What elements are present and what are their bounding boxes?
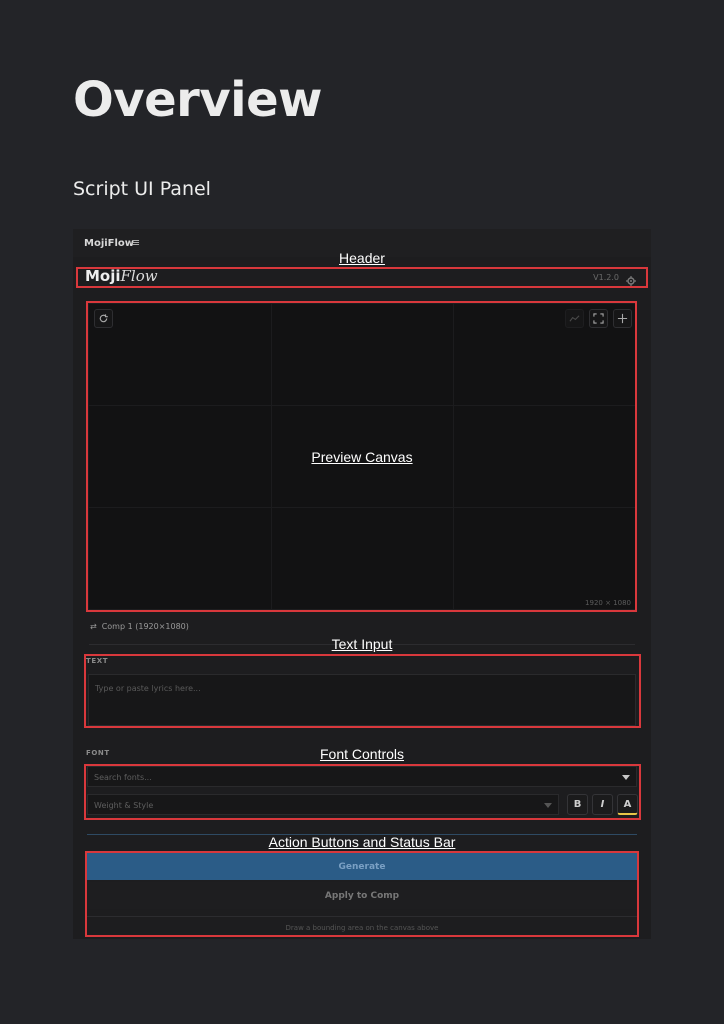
chevron-down-icon[interactable] [622,775,630,780]
canvas-callout-label: Preview Canvas [311,449,413,465]
bold-label: B [573,799,582,810]
apply-label: Apply to Comp [324,890,400,901]
text-color-button[interactable]: A [617,794,638,815]
font-search-placeholder: Search fonts... [94,773,152,782]
text-input-callout-label: Text Input [331,636,393,652]
text-section-label: TEXT [86,657,109,665]
font-controls-callout-label: Font Controls [319,746,405,762]
crosshair-icon[interactable] [613,309,632,328]
section-title: Script UI Panel [73,178,211,200]
page-title: Overview [73,72,322,128]
panel-tab-name[interactable]: MojiFlow [84,238,134,249]
weight-style-select[interactable]: Weight & Style [87,794,559,815]
italic-label: I [600,799,605,810]
grid-line [271,304,272,609]
font-search-input[interactable]: Search fonts... [87,766,637,787]
app-logo: MojiFlow [85,267,158,285]
actions-callout-label: Action Buttons and Status Bar [268,834,456,850]
color-label: A [623,798,632,810]
version-label: V1.2.0 [593,273,619,282]
apply-to-comp-button[interactable]: Apply to Comp [86,882,638,909]
swap-icon[interactable]: ⇄ [90,622,97,631]
chart-icon[interactable] [565,309,584,328]
lyrics-textarea[interactable]: Type or paste lyrics here... [88,674,636,726]
script-ui-panel: MojiFlow ≡ MojiFlow V1.2.0 1920 × 1080 ⇄… [73,229,651,939]
reset-icon[interactable] [94,309,113,328]
divider [86,916,638,917]
grid-line [453,304,454,609]
lyrics-placeholder: Type or paste lyrics here... [95,684,201,693]
logo-script: Flow [120,267,158,285]
bold-button[interactable]: B [567,794,588,815]
comp-label: Comp 1 (1920×1080) [101,622,189,631]
grid-line [89,405,635,406]
generate-button[interactable]: Generate [86,853,638,880]
menu-icon[interactable]: ≡ [131,236,140,249]
font-section-label: FONT [86,749,110,757]
logo-main: Moji [85,267,121,285]
status-text: Draw a bounding area on the canvas above [285,924,439,932]
gear-icon[interactable] [626,271,636,286]
italic-button[interactable]: I [592,794,613,815]
chevron-down-icon[interactable] [544,803,552,808]
weight-placeholder: Weight & Style [94,801,154,810]
generate-label: Generate [338,861,386,872]
fullscreen-icon[interactable] [589,309,608,328]
comp-selector[interactable]: ⇄ Comp 1 (1920×1080) [90,622,189,631]
header-callout-label: Header [339,250,385,266]
grid-line [89,507,635,508]
canvas-size-label: 1920 × 1080 [585,599,631,607]
status-bar: Draw a bounding area on the canvas above [86,919,638,937]
